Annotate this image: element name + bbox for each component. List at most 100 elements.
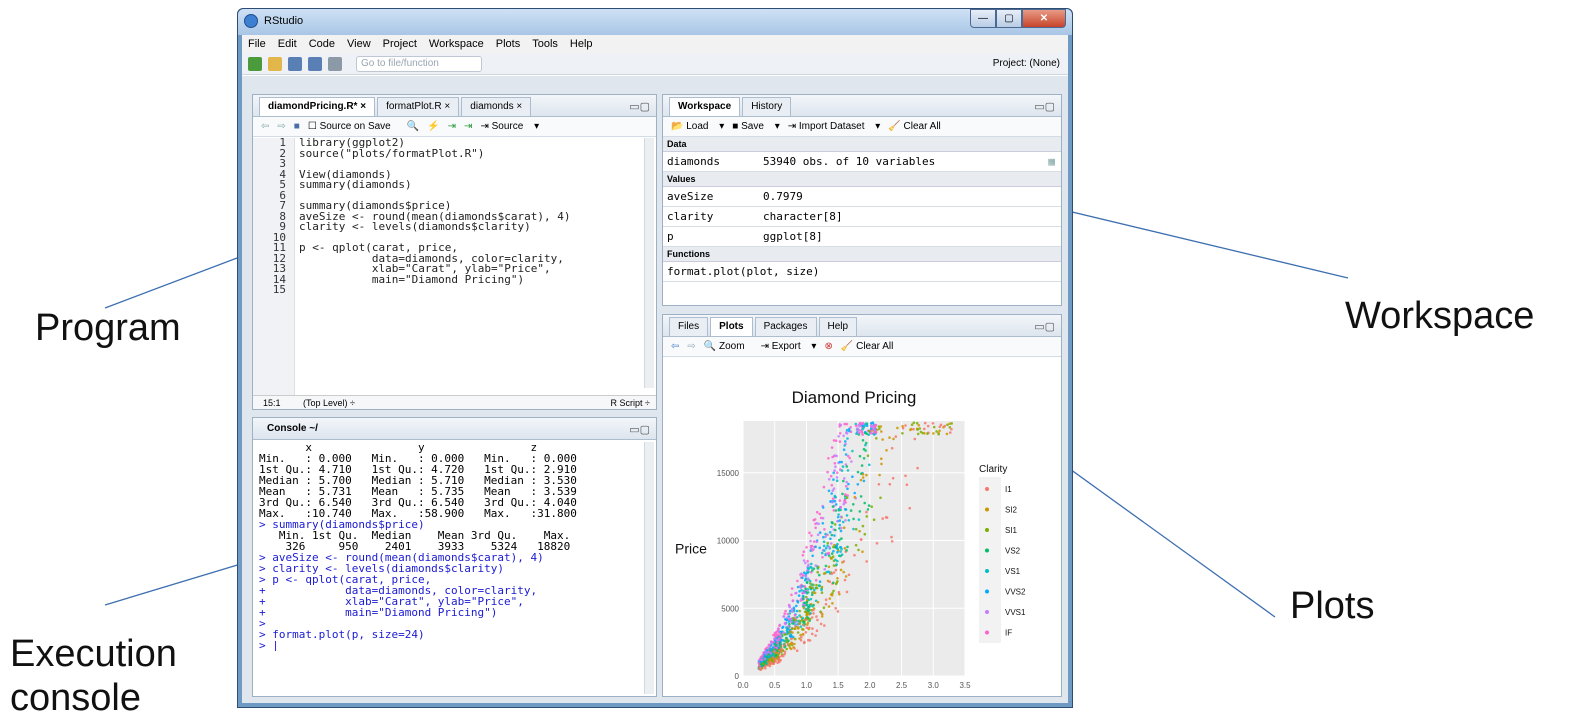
menu-code[interactable]: Code	[309, 38, 335, 50]
pane-minmax-icon[interactable]: ▭▢	[1034, 320, 1055, 333]
data-point	[798, 609, 801, 613]
menu-workspace[interactable]: Workspace	[429, 38, 484, 50]
close-button[interactable]: ✕	[1022, 9, 1066, 28]
next-plot-icon[interactable]: ⇨	[687, 341, 695, 352]
line-number: 8	[279, 211, 286, 222]
import-dataset-button[interactable]: ⇥ Import Dataset ▾	[788, 121, 881, 132]
source-button[interactable]: ⇥ Source ▾	[480, 121, 539, 132]
plots-tabs: Files Plots Packages Help ▭▢	[663, 315, 1061, 337]
data-point	[892, 437, 895, 441]
search-icon[interactable]: 🔍	[407, 121, 419, 132]
clear-all-button[interactable]: 🧹 Clear All	[888, 121, 948, 132]
data-point	[816, 570, 819, 574]
save-workspace-button[interactable]: ■ Save ▾	[732, 121, 779, 132]
data-point	[800, 588, 803, 592]
line-number: 10	[272, 232, 286, 243]
data-point	[861, 439, 865, 442]
menu-edit[interactable]: Edit	[278, 38, 297, 50]
source-pane: diamondPricing.R* × formatPlot.R × diamo…	[252, 94, 657, 410]
console-output[interactable]: x y z Min. : 0.000 Min. : 0.000 Min. : 0.…	[259, 442, 642, 651]
data-point	[768, 658, 772, 662]
legend-key	[985, 487, 989, 491]
save-file-icon[interactable]: ■	[294, 121, 300, 132]
data-point	[852, 503, 855, 506]
export-button[interactable]: ⇥ Export ▾	[761, 341, 817, 352]
data-point	[840, 547, 843, 551]
data-point	[796, 600, 800, 604]
workspace-row[interactable]: format.plot(plot, size)	[663, 262, 1061, 282]
prev-plot-icon[interactable]: ⇦	[671, 341, 679, 352]
zoom-button[interactable]: 🔍 Zoom	[704, 341, 753, 352]
remove-plot-icon[interactable]: ⊗	[824, 341, 832, 352]
tab-diamonds[interactable]: diamonds ×	[461, 97, 532, 116]
forward-arrow-icon[interactable]: ⇨	[277, 121, 285, 132]
tab-plots[interactable]: Plots	[710, 317, 753, 336]
file-type-select[interactable]: R Script ÷	[611, 398, 656, 408]
run-line-icon[interactable]: ⇥	[448, 121, 456, 132]
data-point	[839, 550, 842, 553]
grid-view-icon[interactable]: ▦	[1048, 155, 1055, 168]
project-menu[interactable]: Project: (None)	[993, 58, 1060, 69]
editor-scrollbar[interactable]	[644, 138, 654, 388]
pane-minmax-icon[interactable]: ▭▢	[1034, 100, 1055, 113]
new-file-icon[interactable]	[248, 56, 262, 71]
clear-plots-button[interactable]: 🧹 Clear All	[841, 341, 901, 352]
data-point	[782, 631, 786, 634]
data-point	[926, 432, 929, 435]
data-point	[861, 476, 865, 479]
data-point	[796, 631, 800, 634]
data-point	[923, 432, 926, 435]
data-point	[888, 436, 891, 439]
workspace-row[interactable]: clarity character[8]	[663, 207, 1061, 227]
legend-label: VS2	[1005, 547, 1021, 556]
data-point	[781, 626, 784, 630]
menu-project[interactable]: Project	[383, 38, 417, 50]
rerun-icon[interactable]: ⇥	[464, 121, 472, 132]
menu-plots[interactable]: Plots	[496, 38, 520, 50]
back-arrow-icon[interactable]: ⇦	[261, 121, 269, 132]
data-point	[833, 454, 837, 457]
section-values: Values	[663, 172, 1061, 187]
workspace-row[interactable]: p ggplot[8]	[663, 227, 1061, 247]
wand-icon[interactable]: ⚡	[427, 121, 439, 132]
data-point	[811, 586, 814, 590]
maximize-button[interactable]: ▢	[996, 9, 1022, 28]
data-point	[857, 548, 860, 552]
zoom-label: Zoom	[719, 341, 745, 352]
pane-minmax-icon[interactable]: ▭▢	[629, 100, 650, 113]
scope-indicator[interactable]: (Top Level) ÷	[303, 398, 611, 408]
save-all-icon[interactable]	[308, 56, 322, 71]
data-point	[842, 570, 845, 574]
tab-diamondpricing[interactable]: diamondPricing.R* ×	[259, 97, 376, 116]
data-point	[831, 455, 834, 459]
data-point	[815, 583, 818, 587]
pane-minmax-icon[interactable]: ▭▢	[629, 423, 650, 436]
open-file-icon[interactable]	[268, 56, 282, 71]
data-point	[831, 497, 835, 500]
workspace-row[interactable]: diamonds 53940 obs. of 10 variables ▦	[663, 152, 1061, 172]
data-point	[852, 517, 855, 521]
data-point	[805, 546, 808, 549]
menu-view[interactable]: View	[347, 38, 371, 50]
tab-packages[interactable]: Packages	[754, 317, 817, 336]
load-button[interactable]: 📂 Load ▾	[671, 121, 724, 132]
workspace-row[interactable]: aveSize 0.7979	[663, 187, 1061, 207]
data-point	[782, 639, 786, 642]
print-icon[interactable]	[328, 56, 342, 71]
menu-tools[interactable]: Tools	[532, 38, 558, 50]
console-scrollbar[interactable]	[644, 442, 654, 694]
tab-history[interactable]: History	[742, 97, 792, 116]
minimize-button[interactable]: —	[970, 9, 996, 28]
data-point	[859, 538, 863, 541]
code-editor[interactable]: 1 2 3 4 5 6 7 8 9 10 11 12 13 14 15 libr…	[253, 138, 656, 398]
goto-file-input[interactable]: Go to file/function	[356, 55, 482, 72]
tab-files[interactable]: Files	[669, 317, 709, 336]
menu-help[interactable]: Help	[570, 38, 593, 50]
save-icon[interactable]	[288, 56, 302, 71]
data-point	[843, 578, 847, 582]
tab-workspace[interactable]: Workspace	[669, 97, 741, 116]
menu-file[interactable]: File	[248, 38, 266, 50]
tab-formatplot[interactable]: formatPlot.R ×	[377, 97, 460, 116]
source-on-save-checkbox[interactable]: ☐ Source on Save	[308, 121, 399, 132]
tab-help[interactable]: Help	[818, 317, 858, 336]
